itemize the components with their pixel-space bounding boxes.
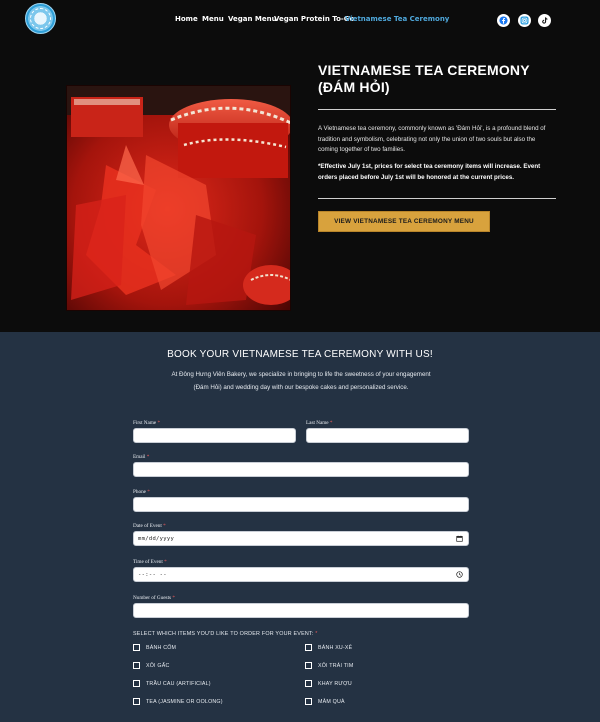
first-name-label: First Name * — [133, 420, 160, 426]
nav-vegan-menu[interactable]: Vegan Menu — [228, 15, 277, 23]
time-of-event-input[interactable]: --:-- -- — [133, 567, 469, 582]
last-name-label-text: Last Name — [306, 420, 329, 426]
item-label: BÁNH CỐM — [146, 644, 177, 651]
checkbox[interactable] — [133, 698, 140, 705]
view-menu-button[interactable]: VIEW VIETNAMESE TEA CEREMONY MENU — [318, 211, 490, 232]
checkbox[interactable] — [305, 698, 312, 705]
item-checkbox-xoi-trai-tim[interactable]: XÔI TRÁI TIM — [305, 661, 353, 670]
instagram-icon[interactable] — [518, 14, 531, 27]
email-label-text: Email — [133, 454, 146, 460]
item-label: KHAY RƯỢU — [318, 680, 352, 687]
guests-label: Number of Guests * — [133, 595, 175, 601]
checkbox[interactable] — [305, 662, 312, 669]
clock-icon[interactable] — [456, 571, 463, 578]
nav-menu[interactable]: Menu — [202, 15, 224, 23]
checkbox[interactable] — [133, 644, 140, 651]
hero-divider-top — [318, 109, 556, 110]
item-checkbox-xoi-gac[interactable]: XÔI GẤC — [133, 661, 169, 670]
hero-description: A Vietnamese tea ceremony, commonly know… — [318, 125, 546, 153]
items-label-text: SELECT WHICH ITEMS YOU'D LIKE TO ORDER F… — [133, 631, 314, 637]
item-label: XÔI GẤC — [146, 662, 170, 669]
tea-ceremony-photo — [66, 85, 291, 311]
item-checkbox-trau-cau[interactable]: TRẦU CAU (ARTIFICIAL) — [133, 679, 211, 688]
last-name-field[interactable] — [306, 428, 469, 443]
phone-label-text: Phone — [133, 489, 146, 495]
item-label: MÂM QUÀ — [318, 698, 345, 705]
checkbox[interactable] — [133, 680, 140, 687]
required-marker: * — [157, 420, 161, 426]
item-checkbox-tea[interactable]: TEA (JASMINE OR OOLONG) — [133, 697, 223, 706]
nav-vegan-protein[interactable]: Vegan Protein To-Go — [274, 15, 354, 23]
calendar-icon[interactable] — [456, 535, 463, 542]
required-marker: * — [146, 454, 150, 460]
required-marker: * — [163, 523, 166, 529]
site-header: Home Menu Vegan Menu Vegan Protein To-Go… — [0, 0, 600, 38]
hero-section: VIETNAMESE TEA CEREMONY (ĐÁM HỎI) A Viet… — [0, 38, 600, 332]
date-label: Date of Event * — [133, 523, 166, 529]
checkbox[interactable] — [305, 644, 312, 651]
booking-section: BOOK YOUR VIETNAMESE TEA CEREMONY WITH U… — [0, 332, 600, 722]
item-checkbox-banh-xu-xe[interactable]: BÁNH XU-XÊ — [305, 643, 352, 652]
item-label: TRẦU CAU (ARTIFICIAL) — [146, 680, 211, 687]
phone-field[interactable] — [133, 497, 469, 512]
hero-divider-bottom — [318, 198, 556, 199]
hero-price-note: *Effective July 1st, prices for select t… — [318, 163, 541, 181]
main-nav: Home Menu Vegan Menu Vegan Protein To-Go… — [0, 15, 600, 27]
nav-home[interactable]: Home — [175, 15, 198, 23]
facebook-icon[interactable] — [497, 14, 510, 27]
hero-title: VIETNAMESE TEA CEREMONY (ĐÁM HỎI) — [318, 62, 530, 95]
item-checkbox-khay-ruou[interactable]: KHAY RƯỢU — [305, 679, 352, 688]
first-name-field[interactable] — [133, 428, 296, 443]
last-name-label: Last Name * — [306, 420, 333, 426]
guests-label-text: Number of Guests — [133, 595, 172, 601]
item-checkbox-banh-com[interactable]: BÁNH CỐM — [133, 643, 176, 652]
item-label: TEA (JASMINE OR OOLONG) — [146, 698, 223, 705]
required-marker: * — [329, 420, 333, 426]
required-marker: * — [172, 595, 175, 601]
item-label: XÔI TRÁI TIM — [318, 662, 354, 669]
booking-intro: At Đông Hưng Viên Bakery, we specialize … — [171, 371, 431, 391]
required-marker: * — [147, 489, 150, 495]
tiktok-icon[interactable] — [538, 14, 551, 27]
time-placeholder: --:-- -- — [138, 571, 167, 578]
required-marker: * — [315, 631, 318, 637]
email-label: Email * — [133, 454, 149, 460]
date-label-text: Date of Event — [133, 523, 162, 529]
phone-label: Phone * — [133, 489, 150, 495]
number-of-guests-field[interactable] — [133, 603, 469, 618]
booking-title: BOOK YOUR VIETNAMESE TEA CEREMONY WITH U… — [167, 349, 433, 360]
required-marker: * — [164, 559, 167, 565]
date-of-event-input[interactable]: mm/dd/yyyy — [133, 531, 469, 546]
item-label: BÁNH XU-XÊ — [318, 644, 353, 651]
first-name-label-text: First Name — [133, 420, 157, 426]
date-placeholder: mm/dd/yyyy — [138, 535, 175, 542]
checkbox[interactable] — [305, 680, 312, 687]
time-label-text: Time of Event — [133, 559, 163, 565]
email-field[interactable] — [133, 462, 469, 477]
item-checkbox-mam-qua[interactable]: MÂM QUÀ — [305, 697, 345, 706]
checkbox[interactable] — [133, 662, 140, 669]
items-label: SELECT WHICH ITEMS YOU'D LIKE TO ORDER F… — [133, 631, 318, 637]
time-label: Time of Event * — [133, 559, 167, 565]
nav-tea-ceremony[interactable]: Vietnamese Tea Ceremony — [345, 15, 449, 23]
